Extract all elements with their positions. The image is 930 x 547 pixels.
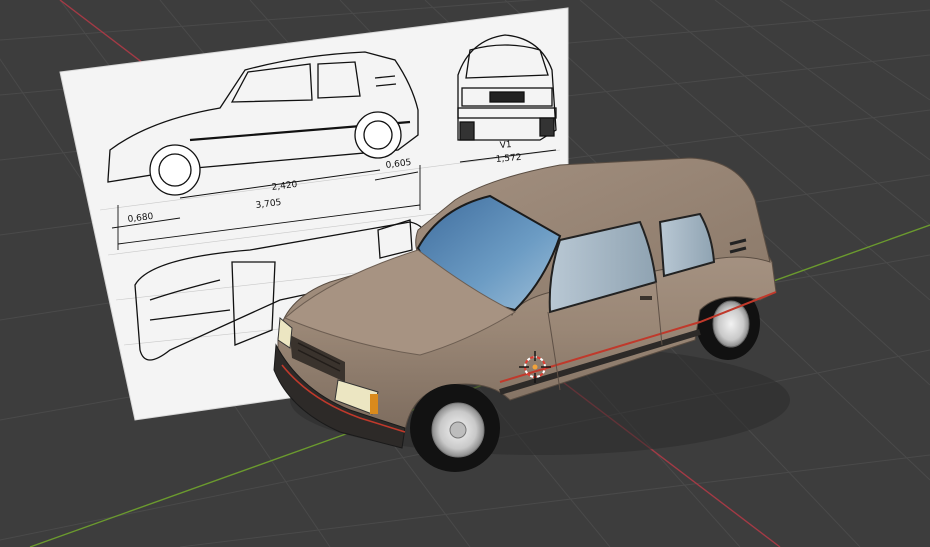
turn-signal: [370, 394, 378, 414]
viewport-canvas: 0,680 2,420 0,605 3,705 V1 1,572: [0, 0, 930, 547]
3d-viewport[interactable]: 0,680 2,420 0,605 3,705 V1 1,572: [0, 0, 930, 547]
door-handle: [640, 296, 652, 300]
front-left-wheel: [410, 384, 500, 472]
dim-front-view-label: V1: [499, 140, 512, 151]
